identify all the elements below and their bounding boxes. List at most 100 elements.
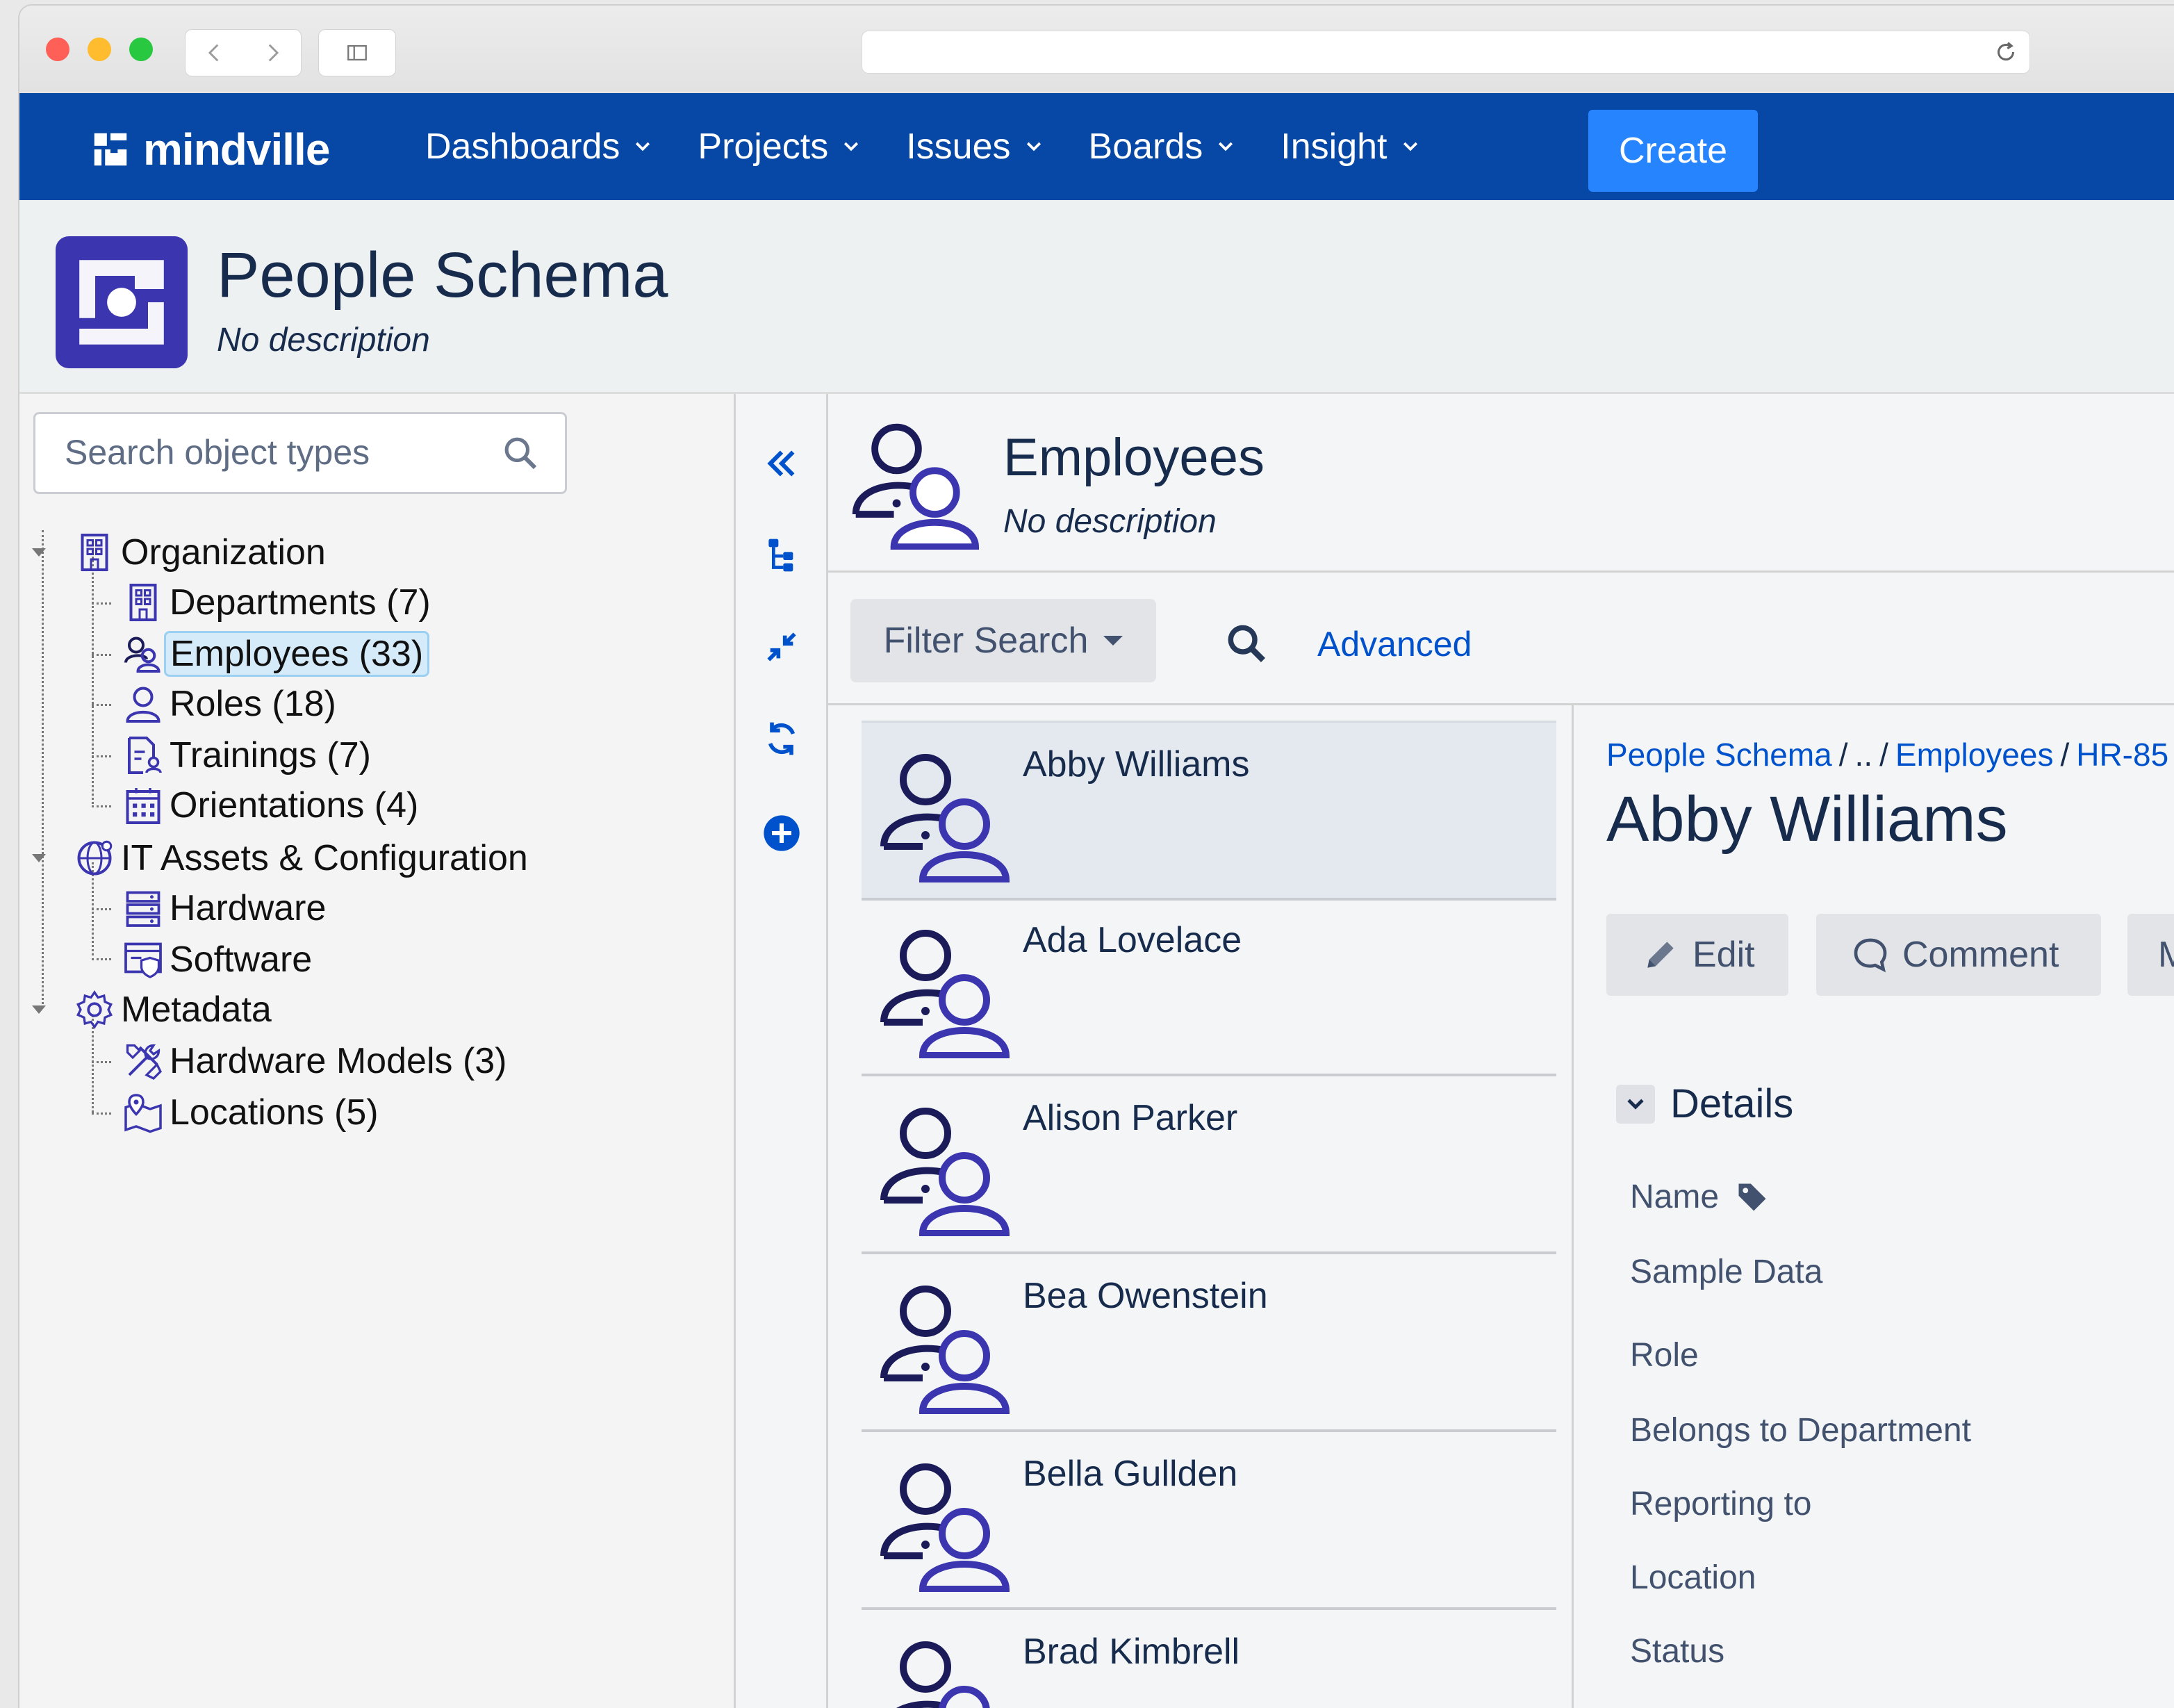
attribute-label-department: Belongs to Department [1630, 1412, 1971, 1449]
tree-structure-icon[interactable] [762, 536, 801, 575]
employee-name: Alison Parker [1023, 1098, 1238, 1138]
object-type-sidebar: Organization Departments (7) Employees (… [19, 394, 736, 1708]
tree-line [92, 805, 111, 807]
filter-bar: Filter Search Advanced [828, 573, 2174, 705]
tree-line [42, 530, 44, 1008]
main-content: Employees No description Filter Search A… [828, 394, 2174, 1708]
building-icon [129, 584, 157, 621]
collapse-toggle-icon[interactable] [29, 836, 49, 880]
menu-boards[interactable]: Boards [1089, 126, 1237, 167]
breadcrumb: People Schema /.. / Employees / HR-85 [1606, 737, 2169, 773]
search-icon[interactable] [1224, 621, 1269, 666]
tree-item-locations[interactable]: Locations (5) [122, 1089, 379, 1136]
tree-line [92, 908, 111, 910]
tree-item-roles[interactable]: Roles (18) [122, 680, 336, 728]
list-item[interactable]: Abby Williams [862, 721, 1556, 901]
server-icon [126, 891, 160, 927]
breadcrumb-ellipsis[interactable]: .. [1855, 737, 1873, 773]
attribute-label-reporting-to: Reporting to [1630, 1486, 1812, 1522]
tree-item-employees[interactable]: Employees (33) [122, 630, 430, 678]
employee-list: Abby Williams Ada Lovelace Alison Parker… [828, 705, 1573, 1708]
menu-projects[interactable]: Projects [698, 126, 862, 167]
breadcrumb-schema-link[interactable]: People Schema [1606, 737, 1832, 773]
document-user-icon [128, 737, 162, 774]
more-button[interactable]: M [2127, 914, 2174, 996]
back-icon[interactable] [203, 41, 227, 65]
tree-item-label: Software [170, 939, 313, 980]
tree-item-hardware[interactable]: Hardware [122, 885, 326, 932]
object-type-search[interactable] [33, 412, 567, 494]
gear-icon [76, 990, 113, 1029]
tree-item-trainings[interactable]: Trainings (7) [122, 732, 371, 779]
create-button[interactable]: Create [1588, 110, 1758, 192]
minimize-window-button[interactable] [88, 38, 111, 61]
pencil-icon [1647, 942, 1674, 968]
chevron-down-icon [1403, 142, 1417, 151]
list-item[interactable]: Brad Kimbrell [862, 1610, 1556, 1708]
tree-item-label: Orientations (4) [170, 785, 419, 826]
chevron-down-icon [844, 142, 859, 151]
refresh-icon[interactable] [762, 719, 801, 758]
tree-item-label: Hardware Models (3) [170, 1041, 507, 1081]
collapse-toggle-icon[interactable] [29, 530, 49, 575]
people-icon [880, 1286, 1010, 1414]
browser-titlebar [19, 6, 2174, 95]
advanced-search-link[interactable]: Advanced [1317, 624, 1472, 664]
tree-item-departments[interactable]: Departments (7) [122, 579, 431, 626]
list-item[interactable]: Bella Gullden [862, 1432, 1556, 1610]
filter-search-dropdown[interactable]: Filter Search [850, 599, 1156, 682]
schema-header: People Schema No description [19, 200, 2174, 394]
list-item[interactable]: Alison Parker [862, 1076, 1556, 1254]
forward-icon[interactable] [261, 41, 284, 65]
breadcrumb-employees-link[interactable]: Employees [1895, 737, 2054, 773]
tree-item-software[interactable]: Software [122, 936, 312, 983]
add-object-type-icon[interactable] [762, 814, 801, 853]
address-bar[interactable] [862, 31, 2030, 74]
list-item[interactable]: Bea Owenstein [862, 1254, 1556, 1432]
sidebar-toggle-button[interactable] [318, 29, 396, 76]
search-icon[interactable] [501, 434, 540, 473]
edit-button[interactable]: Edit [1606, 914, 1788, 996]
tree-item-organization[interactable]: Organization [29, 529, 326, 576]
tree-item-it-assets[interactable]: IT Assets & Configuration [29, 835, 528, 882]
people-icon [896, 1641, 990, 1708]
employee-name: Ada Lovelace [1023, 920, 1242, 960]
people-icon [880, 1108, 1010, 1236]
tree-item-label: Roles (18) [170, 684, 336, 724]
people-icon [880, 1463, 1010, 1592]
collapse-toggle-icon[interactable] [29, 987, 49, 1032]
reload-icon[interactable] [1993, 40, 2018, 65]
attribute-label-role: Role [1630, 1337, 1699, 1374]
attribute-label-location: Location [1630, 1559, 1756, 1596]
comment-button[interactable]: Comment [1816, 914, 2101, 996]
tag-icon [1738, 1183, 1766, 1210]
tree-item-orientations[interactable]: Orientations (4) [122, 782, 418, 829]
collapse-arrows-icon[interactable] [762, 627, 801, 666]
list-divider [1572, 705, 1574, 1708]
collapse-sidebar-icon[interactable] [762, 444, 801, 483]
menu-dashboards[interactable]: Dashboards [425, 126, 653, 167]
list-item[interactable]: Ada Lovelace [862, 898, 1556, 1076]
object-detail-panel: People Schema /.. / Employees / HR-85 Abby Wi… [1606, 705, 2174, 1708]
comment-icon [1854, 938, 1887, 973]
tree-item-metadata[interactable]: Metadata [29, 986, 272, 1033]
tree-line [92, 602, 111, 605]
menu-insight[interactable]: Insight [1280, 126, 1420, 167]
menu-issues[interactable]: Issues [906, 126, 1044, 167]
tree-toolbar [736, 394, 828, 1708]
brand-logo[interactable]: mindville [89, 124, 330, 175]
tree-item-label: Employees (33) [164, 631, 430, 677]
tree-item-label: Departments (7) [170, 582, 431, 623]
sidebar-icon [347, 44, 367, 61]
tree-item-hardware-models[interactable]: Hardware Models (3) [122, 1037, 507, 1085]
breadcrumb-object-key[interactable]: HR-85 [2076, 737, 2168, 773]
search-input[interactable] [63, 429, 469, 475]
tree-item-label: Trainings (7) [170, 735, 371, 775]
tree-item-label: Hardware [170, 888, 327, 928]
history-nav [185, 29, 302, 76]
maximize-window-button[interactable] [129, 38, 153, 61]
details-section-toggle[interactable]: Details [1616, 1081, 1793, 1127]
filter-search-label: Filter Search [883, 621, 1089, 661]
close-window-button[interactable] [46, 38, 69, 61]
employee-name: Abby Williams [1023, 744, 1250, 785]
